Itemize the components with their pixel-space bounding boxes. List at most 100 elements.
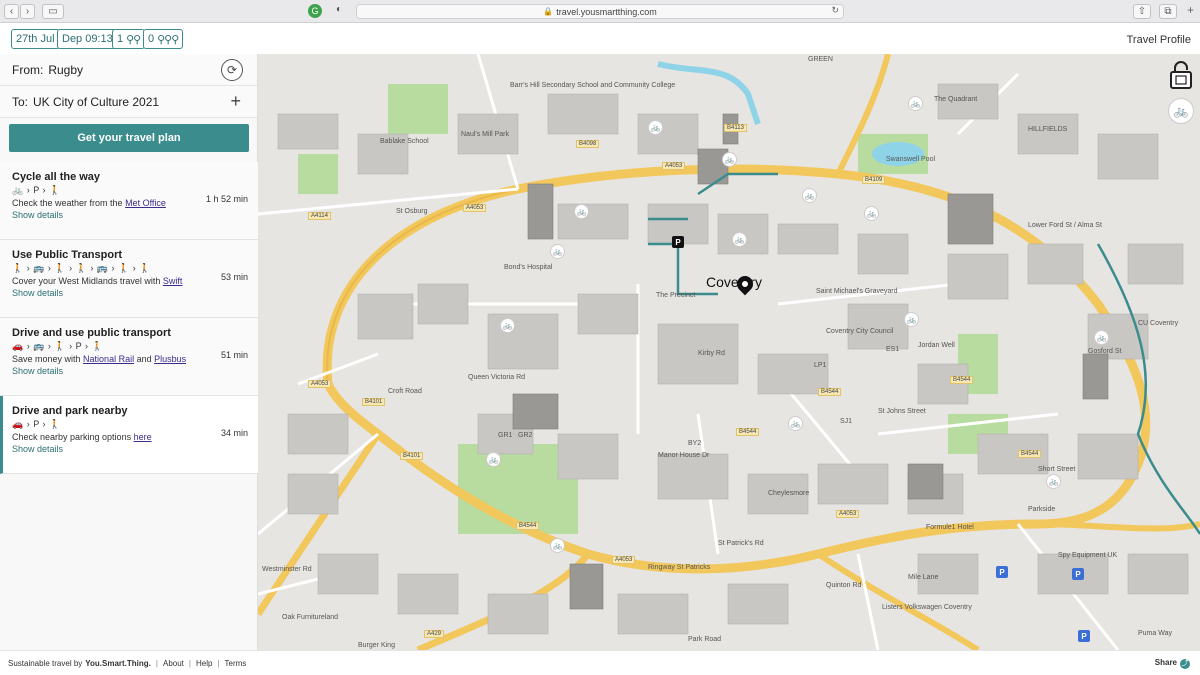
bike-icon[interactable]: 🚲 — [648, 120, 663, 135]
lock-icon[interactable] — [1168, 60, 1194, 90]
road-badge: A4053 — [308, 380, 332, 388]
url-bar[interactable]: 🔒 travel.yousmartthing.com ↻ — [356, 4, 844, 19]
bike-layer-toggle[interactable]: 🚲 — [1168, 98, 1194, 124]
bike-icon[interactable]: 🚲 — [908, 96, 923, 111]
bike-icon[interactable]: 🚲 — [1094, 330, 1109, 345]
map-label: CU Coventry — [1138, 320, 1179, 327]
map-label: Bond's Hospital — [504, 264, 553, 271]
help-link[interactable]: Help — [196, 659, 212, 668]
bike-icon[interactable]: 🚲 — [500, 318, 515, 333]
stop-code: SJ1 — [840, 418, 853, 425]
to-field[interactable]: To: UK City of Culture 2021 + — [0, 86, 257, 118]
swift-link[interactable]: Swift — [163, 276, 183, 286]
forward-button[interactable]: › — [20, 4, 35, 19]
parking-icon[interactable]: P — [1072, 568, 1084, 580]
map-label: Oak Furnitureland — [282, 614, 339, 621]
travel-options-list: Cycle all the way 🚲 › P › 🚶 Check the we… — [0, 162, 258, 474]
children-icon: ⚲⚲⚲ — [157, 33, 179, 46]
date-chip[interactable]: 27th Jul — [11, 29, 60, 49]
map-label: St Johns Street — [878, 408, 926, 415]
option-drive-park[interactable]: Drive and park nearby 🚗 › P › 🚶 Check ne… — [0, 396, 258, 474]
bike-icon[interactable]: 🚲 — [788, 416, 803, 431]
map-label: Swanswell Pool — [886, 156, 936, 163]
adults-chip[interactable]: 1 ⚲⚲ — [112, 29, 146, 49]
map-label: Lower Ford St / Alma St — [1028, 222, 1102, 229]
extension-icon[interactable]: G — [308, 4, 322, 18]
depart-chip[interactable]: Dep 09:13 — [57, 29, 118, 49]
depart-value: Dep 09:13 — [62, 33, 113, 45]
map-label: HILLFIELDS — [1028, 126, 1068, 133]
map-label: Naul's Mill Park — [461, 131, 510, 138]
road-badge: A4114 — [308, 212, 331, 220]
desc-join: and — [134, 354, 155, 364]
met-office-link[interactable]: Met Office — [125, 198, 166, 208]
option-duration: 53 min — [220, 272, 248, 282]
option-cycle[interactable]: Cycle all the way 🚲 › P › 🚶 Check the we… — [0, 162, 258, 240]
bike-icon[interactable]: 🚲 — [574, 204, 589, 219]
road-badge: A4053 — [836, 510, 860, 518]
map-label: Saint Michael's Graveyard — [816, 288, 898, 295]
sidebar-toggle-button[interactable]: ▭ — [42, 4, 64, 19]
new-tab-icon[interactable]: + — [1187, 3, 1194, 17]
road-badge: B4544 — [516, 522, 540, 530]
bike-icon[interactable]: 🚲 — [864, 206, 879, 221]
bike-icon[interactable]: 🚲 — [486, 452, 501, 467]
bike-icon[interactable]: 🚲 — [904, 312, 919, 327]
plus-icon[interactable]: + — [230, 91, 241, 111]
from-field[interactable]: From: Rugby ⟳ — [0, 54, 257, 86]
date-value: 27th Jul — [16, 33, 55, 45]
plusbus-link[interactable]: Plusbus — [154, 354, 186, 364]
national-rail-link[interactable]: National Rail — [83, 354, 134, 364]
option-description: Save money with National Rail and Plusbu… — [12, 354, 246, 364]
sidebar: From: Rugby ⟳ To: UK City of Culture 202… — [0, 54, 258, 650]
about-link[interactable]: About — [163, 659, 184, 668]
parking-options-link[interactable]: here — [134, 432, 152, 442]
get-travel-plan-button[interactable]: Get your travel plan — [9, 124, 249, 152]
tabs-button[interactable]: ⧉ — [1159, 4, 1177, 19]
bike-icon[interactable]: 🚲 — [722, 152, 737, 167]
reload-icon[interactable]: ↻ — [831, 5, 839, 16]
show-details-link[interactable]: Show details — [12, 444, 246, 454]
lock-icon: 🔒 — [543, 7, 554, 16]
parking-icon[interactable]: P — [996, 566, 1008, 578]
share-button[interactable]: Share ⤴ — [1155, 658, 1190, 669]
show-details-link[interactable]: Show details — [12, 366, 246, 376]
bike-icon[interactable]: 🚲 — [732, 232, 747, 247]
parking-icon[interactable]: P — [1078, 630, 1090, 642]
option-title: Use Public Transport — [12, 249, 123, 261]
option-description: Cover your West Midlands travel with Swi… — [12, 276, 246, 286]
bike-icon[interactable]: 🚲 — [802, 188, 817, 203]
map-label: Jordan Well — [918, 342, 955, 349]
map-label: Quinton Rd — [826, 582, 862, 589]
bike-icon[interactable]: 🚲 — [1046, 474, 1061, 489]
travel-profile-link[interactable]: Travel Profile — [1127, 34, 1191, 46]
map-label: St Patrick's Rd — [718, 540, 764, 547]
top-bar: 27th Jul Dep 09:13 1 ⚲⚲ 0 ⚲⚲⚲ Travel Pro… — [0, 23, 1200, 54]
stop-code: LP1 — [814, 362, 827, 369]
map-label: Formule1 Hotel — [926, 524, 974, 531]
road-badge: A429 — [424, 630, 445, 638]
show-details-link[interactable]: Show details — [12, 288, 246, 298]
stop-code: GR1 — [498, 432, 513, 439]
mode-icons: 🚗 › 🚌 › 🚶 › P › 🚶 — [12, 341, 104, 351]
option-duration: 51 min — [220, 350, 248, 360]
map-view[interactable]: Barr's Hill Secondary School and Communi… — [258, 54, 1200, 650]
privacy-icon[interactable]: ◐ — [336, 4, 348, 18]
map-label: Barr's Hill Secondary School and Communi… — [510, 82, 676, 89]
back-button[interactable]: ‹ — [4, 4, 19, 19]
bike-icon[interactable]: 🚲 — [550, 244, 565, 259]
separator: | — [188, 658, 191, 668]
swap-icon[interactable]: ⟳ — [221, 59, 243, 81]
show-details-link[interactable]: Show details — [12, 210, 246, 220]
bike-icon[interactable]: 🚲 — [550, 538, 565, 553]
share-browser-button[interactable]: ⇧ — [1133, 4, 1151, 19]
children-chip[interactable]: 0 ⚲⚲⚲ — [143, 29, 184, 49]
option-public-transport[interactable]: Use Public Transport 🚶 › 🚌 › 🚶 › 🚶 › 🚌 ›… — [0, 240, 258, 318]
road-badge: B4098 — [576, 140, 600, 148]
option-drive-public-transport[interactable]: Drive and use public transport 🚗 › 🚌 › 🚶… — [0, 318, 258, 396]
terms-link[interactable]: Terms — [225, 659, 247, 668]
stop-code: GR2 — [518, 432, 533, 439]
brand-logo[interactable]: You.Smart.Thing. — [85, 659, 151, 668]
parking-icon[interactable]: P — [672, 236, 684, 248]
map-label: Coventry City Council — [826, 328, 894, 335]
